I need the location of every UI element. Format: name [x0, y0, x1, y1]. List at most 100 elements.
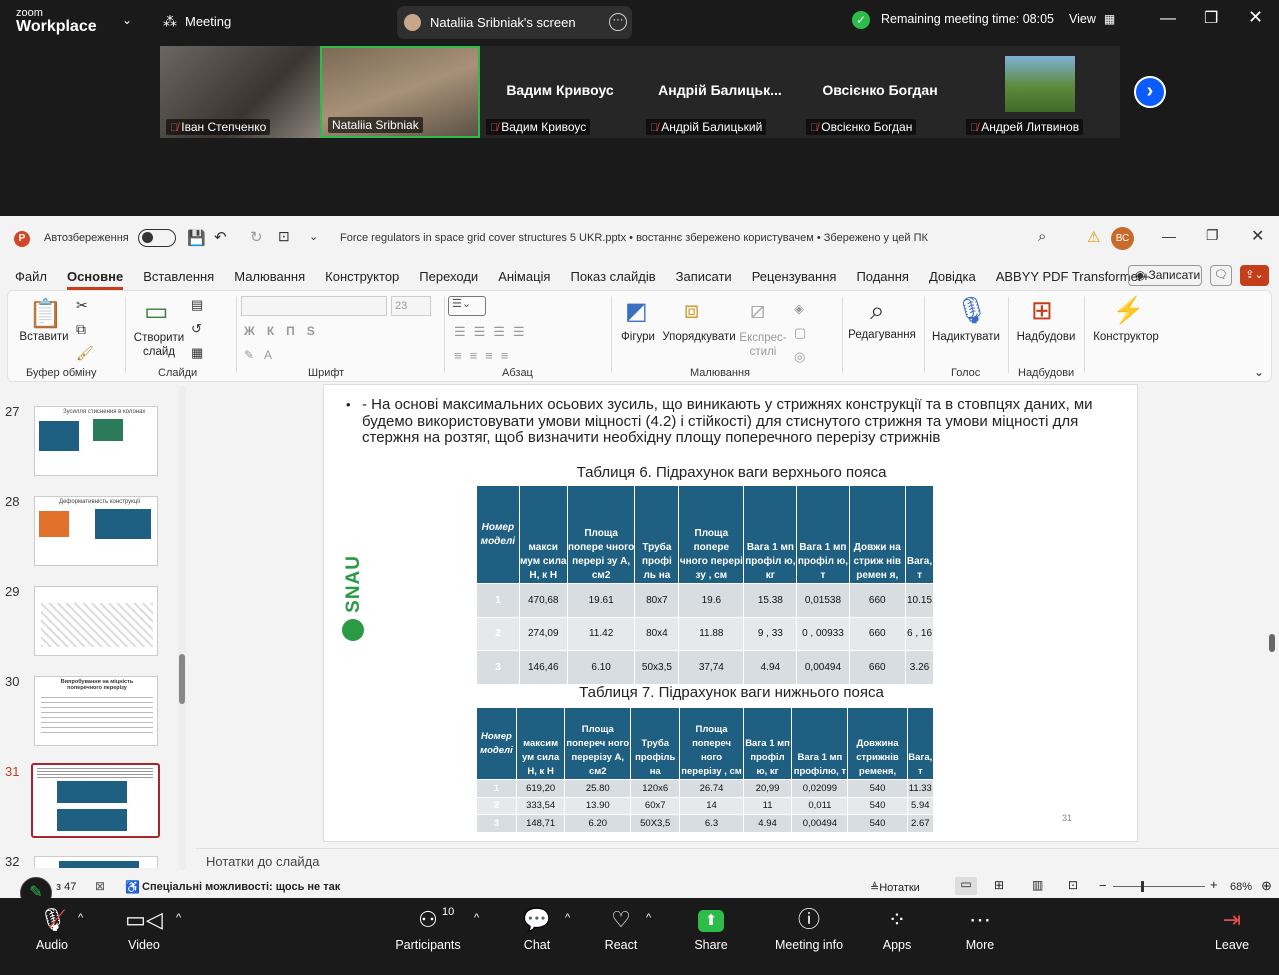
paste-button[interactable]: Вставити — [18, 331, 70, 343]
new-slide-icon[interactable]: ▭ — [144, 296, 169, 327]
table6-cell[interactable]: 660 — [848, 583, 907, 618]
table6-cell[interactable]: 274,09 — [518, 616, 568, 652]
table7-cell[interactable]: 120x6 — [630, 779, 681, 798]
video-tile[interactable]: Андрій Балицьк... 🎙̸ Андрій Балицький — [640, 46, 800, 138]
table6-cell[interactable]: 15.38 — [743, 583, 798, 618]
leave-button[interactable]: ⇥ Leave — [1197, 898, 1267, 952]
reading-view-icon[interactable]: ▥ — [1032, 878, 1043, 892]
slide-sorter-icon[interactable]: ⊞ — [994, 878, 1004, 892]
audio-button[interactable]: 🎙⟋ Audio — [17, 898, 87, 952]
table6-cell[interactable]: 1 — [476, 583, 520, 618]
chat-options-icon[interactable]: ^ — [565, 912, 570, 924]
table7-cell[interactable]: 6.20 — [564, 814, 632, 833]
table6-cell[interactable]: 2 — [476, 616, 520, 652]
slideshow-icon[interactable]: ⊡ — [1068, 878, 1078, 892]
present-icon[interactable]: ⊡ — [278, 228, 290, 245]
editing-search-icon[interactable]: ⌕ — [870, 295, 885, 327]
normal-view-icon[interactable]: ▭ — [955, 877, 977, 895]
table6-cell[interactable]: 0,01538 — [796, 583, 850, 618]
shapes-icon[interactable]: ◩ — [625, 297, 648, 326]
accessibility-status[interactable]: Спеціальні можливості: щось не так — [142, 881, 340, 893]
participants-options-icon[interactable]: ^ — [474, 912, 479, 924]
slide-thumbnail[interactable]: Зусилля стиснення в колонах — [34, 406, 158, 476]
reset-icon[interactable]: ↺ — [191, 321, 202, 337]
autosave-toggle[interactable] — [138, 229, 176, 247]
table7-cell[interactable]: 333,54 — [515, 796, 566, 816]
tab-help[interactable]: Довідка — [929, 269, 976, 284]
slide-thumbnail[interactable] — [34, 856, 158, 868]
table7-cell[interactable]: 1 — [476, 779, 517, 798]
record-button[interactable]: ◉ Записати — [1128, 265, 1202, 286]
table6-cell[interactable]: 0 , 00933 — [796, 616, 850, 652]
slide-canvas[interactable]: • - На основі максимальних осьових зусил… — [323, 384, 1138, 842]
table7-cell[interactable]: 50X3,5 — [630, 814, 681, 833]
table6-cell[interactable]: 9 , 33 — [743, 616, 798, 652]
apps-button[interactable]: ⁘ Apps — [862, 898, 932, 952]
copy-icon[interactable]: ⧉ — [76, 321, 86, 338]
designer-icon[interactable]: ⚡ — [1112, 295, 1144, 326]
paste-icon[interactable]: 📋 — [28, 297, 63, 330]
table6-cell[interactable]: 80x7 — [634, 583, 680, 618]
notes-toggle[interactable]: ≜Нотатки — [870, 881, 920, 894]
paragraph-buttons[interactable]: ☰☰☰☰ — [454, 324, 533, 340]
share-icon[interactable]: ⇪⌄ — [1240, 265, 1269, 286]
table7-cell[interactable]: 148,71 — [515, 814, 566, 833]
table7-cell[interactable]: 11 — [742, 796, 793, 816]
arrange-button[interactable]: Упорядкувати — [661, 331, 737, 343]
chat-button[interactable]: 💬 Chat — [502, 898, 572, 952]
search-icon[interactable]: ⌕ — [1038, 228, 1046, 245]
restore-icon[interactable]: ❐ — [1206, 227, 1219, 244]
close-icon[interactable]: ✕ — [1251, 226, 1264, 246]
table7-cell[interactable]: 3 — [476, 814, 517, 833]
tab-view[interactable]: Подання — [856, 269, 909, 284]
table6-cell[interactable]: 50x3,5 — [634, 650, 680, 685]
customize-toolbar-icon[interactable]: ⌄ — [309, 230, 318, 243]
next-page-icon[interactable]: › — [1134, 76, 1166, 108]
tab-file[interactable]: Файл — [15, 269, 47, 284]
meeting-info-button[interactable]: ⓘ Meeting info — [770, 898, 848, 952]
table6-cell[interactable]: 0,00494 — [796, 650, 850, 685]
font-size-input[interactable]: 23 — [391, 296, 431, 316]
slide-thumbnail-selected[interactable] — [31, 763, 160, 838]
document-title[interactable]: Force regulators in space grid cover str… — [340, 232, 960, 244]
table7-cell[interactable]: 0,011 — [791, 796, 849, 816]
quick-styles-button[interactable]: Експрес-стилі — [736, 331, 790, 359]
quick-styles-icon[interactable]: ⧄ — [750, 297, 765, 325]
minimize-icon[interactable]: — — [1160, 10, 1176, 28]
react-options-icon[interactable]: ^ — [646, 912, 651, 924]
designer-button[interactable]: Конструктор — [1086, 331, 1166, 343]
user-avatar[interactable]: ВС — [1111, 227, 1134, 250]
collapse-ribbon-icon[interactable]: ⌄ — [1254, 365, 1264, 379]
addins-icon[interactable]: ⊞ — [1031, 295, 1053, 326]
table7-cell[interactable]: 26.74 — [679, 779, 744, 798]
table7-cell[interactable]: 6.3 — [679, 814, 744, 833]
table7-cell[interactable]: 2.67 — [906, 814, 935, 833]
table7-cell[interactable]: 0,02099 — [791, 779, 849, 798]
format-painter-icon[interactable]: 🖌 — [76, 345, 94, 362]
bullets-icon[interactable]: ☰⌄ — [448, 296, 486, 316]
tab-draw[interactable]: Малювання — [234, 269, 305, 284]
close-icon[interactable]: ✕ — [1248, 7, 1263, 28]
table7-cell[interactable]: 2 — [476, 796, 517, 816]
table6-cell[interactable]: 19.6 — [678, 583, 745, 618]
warning-icon[interactable]: ⚠ — [1087, 228, 1100, 246]
table6-cell[interactable]: 3 — [476, 650, 520, 685]
table6-cell[interactable]: 11.88 — [678, 616, 745, 652]
table6-cell[interactable]: 19.61 — [566, 583, 636, 618]
comments-icon[interactable]: 🗨 — [1210, 265, 1232, 286]
fill-outline-icons[interactable]: ◈ ▢ ◎ — [794, 297, 806, 369]
table6-cell[interactable]: 6.10 — [566, 650, 636, 685]
table-7[interactable]: Номер моделі максим ум сила Н, к Н Площа п… — [476, 707, 935, 833]
font-name-input[interactable] — [241, 296, 387, 316]
more-button[interactable]: ⋯ More — [945, 898, 1015, 952]
table6-cell[interactable]: 11.42 — [566, 616, 636, 652]
layout-icon[interactable]: ▤ — [191, 297, 203, 313]
chevron-down-icon[interactable]: ⌄ — [122, 13, 132, 27]
table7-cell[interactable]: 14 — [679, 796, 744, 816]
table7-cell[interactable]: 619,20 — [515, 779, 566, 798]
table7-cell[interactable]: 0,00494 — [791, 814, 849, 833]
video-tile-active-speaker[interactable]: Nataliia Sribniak — [320, 46, 480, 138]
table7-cell[interactable]: 540 — [847, 779, 908, 798]
undo-icon[interactable]: ↶ — [214, 228, 227, 246]
table7-cell[interactable]: 25.80 — [564, 779, 632, 798]
